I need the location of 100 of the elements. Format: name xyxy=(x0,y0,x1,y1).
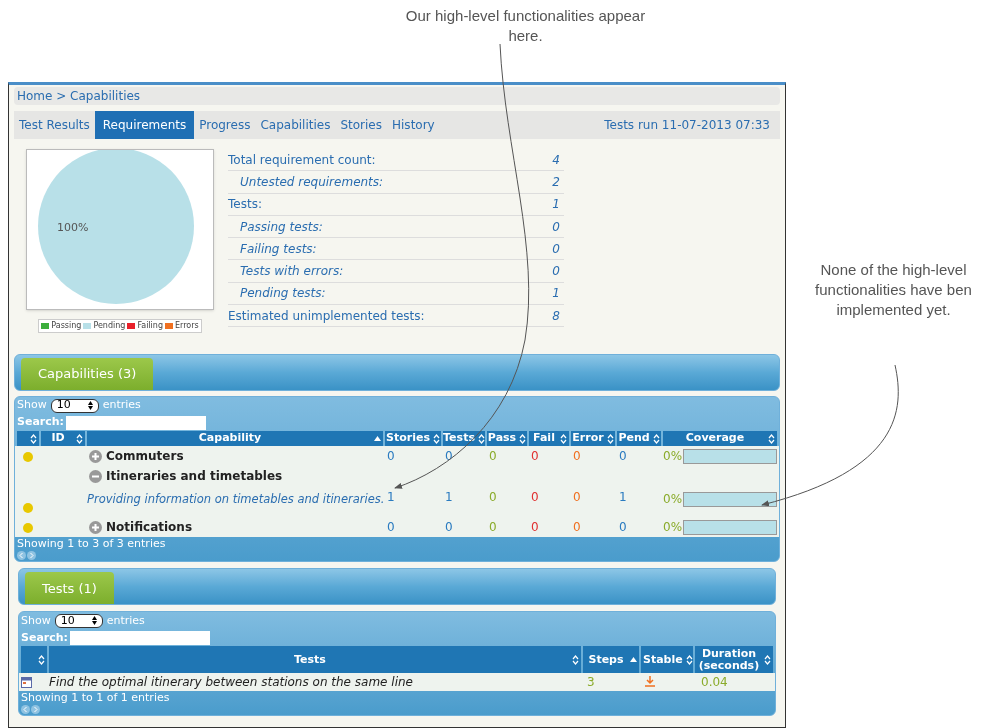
duration-cell-text: 0.04 xyxy=(700,674,729,692)
capability-name: Itineraries and timetables xyxy=(106,468,283,485)
entries-label: entries xyxy=(102,397,141,414)
show-label: Show xyxy=(21,612,51,629)
column-header[interactable]: Duration (seconds) xyxy=(695,646,773,674)
count-cell: 0 xyxy=(531,520,539,535)
stat-value: 1 xyxy=(552,196,560,214)
page-size-select[interactable]: 10 xyxy=(50,398,99,413)
steps-cell-text: 3 xyxy=(586,674,596,692)
sort-icon[interactable] xyxy=(76,433,83,444)
table-info: Showing 1 to 1 of 1 entries xyxy=(20,691,171,706)
stat-value: 0 xyxy=(552,218,560,236)
column-header[interactable]: Steps xyxy=(583,646,639,674)
column-header[interactable] xyxy=(21,646,47,674)
legend-label: Errors xyxy=(175,320,199,332)
sort-icon[interactable] xyxy=(477,433,485,444)
sort-icon[interactable] xyxy=(685,654,693,665)
sort-icon[interactable] xyxy=(652,433,660,444)
stat-value: 4 xyxy=(552,151,560,169)
sort-icon[interactable] xyxy=(764,654,771,665)
stat-value: 2 xyxy=(552,173,560,191)
search-field[interactable] xyxy=(70,630,210,645)
column-header[interactable]: Stories xyxy=(385,431,441,446)
column-header[interactable]: Pend xyxy=(617,431,661,446)
sort-ascending-icon[interactable] xyxy=(630,656,637,663)
sort-icon[interactable] xyxy=(572,654,579,665)
page-size-select[interactable]: 10 xyxy=(54,613,103,628)
count-cell: 0 xyxy=(489,490,497,505)
expand-icon[interactable] xyxy=(89,449,102,463)
slice-label: 100% xyxy=(57,220,89,234)
sort-ascending-icon[interactable] xyxy=(374,435,381,442)
count-cell: 0 xyxy=(573,490,581,505)
legend-label: Failing xyxy=(137,320,163,332)
nav-tab[interactable]: Requirements xyxy=(94,111,195,139)
count-cell: 0 xyxy=(573,449,581,463)
stat-label: Tests: xyxy=(228,196,262,214)
sort-icon[interactable] xyxy=(433,433,440,444)
nav-tab[interactable]: Capabilities xyxy=(255,111,336,139)
stepper-icon xyxy=(91,616,97,626)
sort-icon[interactable] xyxy=(519,433,527,444)
sort-icon[interactable] xyxy=(606,433,614,444)
count-cell: 0 xyxy=(531,449,539,463)
stat-value: 8 xyxy=(552,307,560,325)
stat-value: 0 xyxy=(552,240,560,258)
capability-name: Notifications xyxy=(106,519,193,537)
column-header[interactable]: Error xyxy=(571,431,615,446)
show-label: Show xyxy=(17,397,47,414)
calendar-icon xyxy=(21,676,32,688)
legend-label: Pending xyxy=(93,320,126,332)
coverage-percent: 0% xyxy=(663,519,683,537)
column-header[interactable]: Pass xyxy=(487,431,527,446)
count-cell: 1 xyxy=(619,490,627,505)
test-name[interactable]: Find the optimal itinerary between stations on the same line xyxy=(49,673,581,692)
search-label: Search: xyxy=(17,414,64,431)
nav-tab[interactable]: Progress xyxy=(194,111,256,139)
stat-label: Untested requirements: xyxy=(239,173,384,191)
column-header[interactable]: Coverage xyxy=(663,431,777,446)
count-cell: 1 xyxy=(387,490,395,505)
sort-icon[interactable] xyxy=(38,654,45,665)
stat-label: Passing tests: xyxy=(239,218,323,236)
sort-icon[interactable] xyxy=(768,433,775,444)
coverage-percent: 0% xyxy=(663,491,683,509)
count-cell: 0 xyxy=(387,520,395,535)
capability-name: Commuters xyxy=(106,448,184,465)
count-cell: 0 xyxy=(445,449,453,463)
sort-icon[interactable] xyxy=(560,433,567,444)
nav-tab[interactable]: Stories xyxy=(335,111,387,139)
stat-label: Pending tests: xyxy=(239,285,326,303)
sort-icon[interactable] xyxy=(30,433,37,444)
tests-run-timestamp: Tests run 11-07-2013 07:33 xyxy=(604,117,771,134)
count-cell: 0 xyxy=(445,520,453,535)
stat-label: Tests with errors: xyxy=(239,263,344,281)
column-header[interactable]: Tests xyxy=(443,431,485,446)
callout-text: Our high-level functionalities appear here. xyxy=(405,6,646,46)
breadcrumb[interactable]: Home > Capabilities xyxy=(14,87,780,105)
expand-icon[interactable] xyxy=(89,520,102,534)
count-cell: 0 xyxy=(489,449,497,463)
callout-text: None of the high-level functionalities have ben implemented yet. xyxy=(814,260,973,320)
count-cell: 1 xyxy=(445,490,453,505)
count-cell: 0 xyxy=(531,490,539,505)
count-cell: 0 xyxy=(489,520,497,535)
stat-label: Estimated unimplemented tests: xyxy=(228,307,425,325)
table-info: Showing 1 to 3 of 3 entries xyxy=(16,537,167,552)
search-label: Search: xyxy=(21,629,68,646)
legend-label: Passing xyxy=(51,320,82,332)
column-header[interactable]: Stable xyxy=(641,646,693,674)
stepper-icon xyxy=(87,401,93,410)
count-cell: 0 xyxy=(619,520,627,535)
entries-label: entries xyxy=(106,612,145,629)
stat-value: 0 xyxy=(552,263,560,281)
nav-tab[interactable]: Test Results xyxy=(14,111,95,139)
count-cell: 0 xyxy=(573,520,581,535)
column-header[interactable]: Tests xyxy=(49,646,581,674)
nav-tab[interactable]: History xyxy=(387,111,440,139)
column-header[interactable]: Fail xyxy=(529,431,569,446)
column-header[interactable]: ID xyxy=(41,431,85,446)
collapse-icon[interactable] xyxy=(89,469,102,483)
column-header[interactable] xyxy=(17,431,39,446)
column-header[interactable]: Capability xyxy=(87,431,383,446)
search-field[interactable] xyxy=(66,415,206,430)
